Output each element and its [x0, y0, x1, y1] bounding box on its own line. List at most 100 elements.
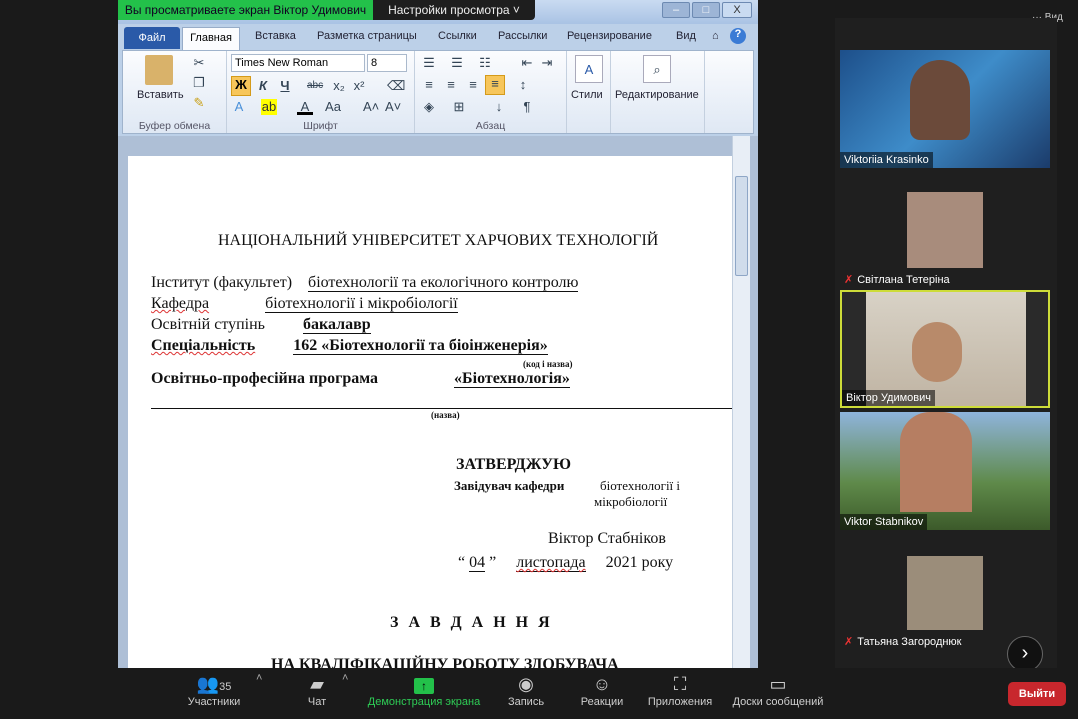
paste-button[interactable]: Вставить [137, 89, 184, 101]
chat-options-caret[interactable]: ˄ [342, 672, 348, 684]
view-options-button[interactable]: Настройки просмотра ˅ [373, 0, 535, 20]
styles-icon[interactable]: A [575, 55, 603, 83]
decrease-indent-icon[interactable]: ⇤ [519, 55, 535, 71]
participants-panel: Viktoriia Krasinko ✗ Світлана Тетеріна Ві… [835, 18, 1057, 686]
date-month: листопада [516, 554, 586, 572]
font-size-select[interactable]: 8 [367, 54, 407, 72]
copy-icon[interactable]: ❐ [191, 75, 207, 91]
participant-name-row: ✗ Татьяна Загороднюк [840, 633, 966, 650]
increase-indent-icon[interactable]: ⇥ [539, 55, 555, 71]
borders-icon[interactable]: ⊞ [451, 99, 467, 115]
reactions-button[interactable]: ☺ Реакции [574, 672, 630, 708]
align-left-icon[interactable]: ≡ [421, 77, 437, 93]
font-group: Times New Roman 8 Ж К Ч abc x₂ x² ⌫ A ab… [227, 51, 415, 133]
tab-review[interactable]: Рецензирование [567, 30, 652, 42]
editing-button[interactable]: Редактирование [615, 89, 699, 101]
whiteboard-icon: ▭ [769, 674, 787, 694]
participant-video [910, 60, 970, 140]
participant-tile[interactable]: Viktoriia Krasinko [840, 50, 1050, 168]
font-color-icon[interactable]: A [297, 99, 313, 115]
mic-muted-icon: ✗ [844, 274, 854, 286]
shading-icon[interactable]: ◈ [421, 99, 437, 115]
underline-button[interactable]: Ч [277, 78, 293, 94]
record-label: Запись [507, 696, 545, 708]
paste-icon[interactable] [145, 55, 173, 85]
minimize-button[interactable]: – [662, 2, 690, 18]
head-dept-1: біотехнології і [600, 478, 681, 493]
bold-button[interactable]: Ж [231, 76, 251, 96]
italic-button[interactable]: К [255, 78, 271, 94]
styles-button[interactable]: Стили [571, 89, 603, 101]
tab-view[interactable]: Вид [676, 30, 696, 42]
subscript-icon[interactable]: x₂ [331, 78, 347, 94]
degree-line: Освітній ступінь бакалавр [151, 316, 371, 334]
change-case-icon[interactable]: Aa [325, 99, 341, 115]
cut-icon[interactable]: ✂ [191, 55, 207, 71]
tab-home[interactable]: Главная [182, 27, 240, 50]
shrink-font-icon[interactable]: A˅ [385, 99, 401, 115]
leave-button[interactable]: Выйти [1008, 682, 1066, 706]
tab-mailings[interactable]: Рассылки [498, 30, 547, 42]
program-line: Освітньо-професійна програма «Біотехнолог… [151, 370, 570, 388]
record-button[interactable]: ◉ Запись [500, 672, 552, 708]
close-button[interactable]: X [722, 2, 752, 18]
specialty-label: Спеціальність [151, 337, 256, 354]
tab-page-layout[interactable]: Разметка страницы [317, 30, 417, 42]
next-page-button[interactable]: › [1007, 636, 1043, 672]
text-effects-icon[interactable]: A [231, 99, 247, 115]
participant-avatar [907, 556, 983, 630]
participant-tile[interactable]: Viktor Stabnikov [840, 412, 1050, 530]
grow-font-icon[interactable]: A˄ [363, 99, 379, 115]
tab-references[interactable]: Ссылки [438, 30, 477, 42]
university-title: НАЦІОНАЛЬНИЙ УНІВЕРСИТЕТ ХАРЧОВИХ ТЕХНОЛ… [218, 232, 659, 249]
whiteboards-button[interactable]: ▭ Доски сообщений [728, 672, 828, 708]
participants-icon: 👥35 [196, 674, 232, 694]
share-screen-button[interactable]: ↑ Демонстрация экрана [364, 672, 484, 708]
minimize-ribbon-icon[interactable]: ⌂ [712, 30, 719, 42]
participant-video [900, 412, 972, 512]
tab-file[interactable]: Файл [124, 27, 180, 49]
align-right-icon[interactable]: ≡ [465, 77, 481, 93]
justify-icon[interactable]: ≡ [485, 75, 505, 95]
participant-tile-active-speaker[interactable]: Віктор Удимович [840, 290, 1050, 408]
bullets-icon[interactable]: ☰ [421, 55, 437, 71]
scrollbar-thumb[interactable] [735, 176, 748, 276]
clipboard-group: Вставить ✂ ❐ ✎ Буфер обмена [123, 51, 227, 133]
apps-button[interactable]: ⛶ Приложения [644, 672, 716, 708]
participants-button[interactable]: 👥35 Участники [184, 672, 244, 708]
maximize-button[interactable]: □ [692, 2, 720, 18]
clear-formatting-icon[interactable]: ⌫ [387, 78, 405, 94]
degree-value: бакалавр [302, 316, 371, 334]
superscript-icon[interactable]: x² [351, 78, 367, 94]
binoculars-icon[interactable]: ⌕ [643, 55, 671, 83]
chat-button[interactable]: ▰ Чат [300, 672, 334, 708]
tab-insert[interactable]: Вставка [255, 30, 296, 42]
document-area: НАЦІОНАЛЬНИЙ УНІВЕРСИТЕТ ХАРЧОВИХ ТЕХНОЛ… [118, 136, 758, 668]
specialty-value: 162 «Біотехнології та біоінженерія» [293, 337, 548, 355]
strikethrough-icon[interactable]: abc [307, 78, 323, 94]
editing-group: ⌕ Редактирование [611, 51, 705, 133]
whiteboards-label: Доски сообщений [732, 696, 824, 708]
approve-heading: ЗАТВЕРДЖУЮ [456, 456, 572, 473]
department-value: біотехнології і мікробіології [265, 295, 458, 313]
task-title: З А В Д А Н Н Я [390, 614, 553, 631]
participant-tile[interactable]: ✗ Світлана Тетеріна [840, 170, 1050, 288]
participants-count: 35 [219, 681, 232, 693]
share-label: Демонстрация экрана [367, 696, 481, 708]
sort-icon[interactable]: ↓ [491, 99, 507, 115]
numbering-icon[interactable]: ☰ [449, 55, 465, 71]
highlight-icon[interactable]: ab [261, 99, 277, 115]
paragraph-label: Абзац [475, 120, 506, 132]
format-painter-icon[interactable]: ✎ [191, 95, 207, 111]
participant-name: Viktoriia Krasinko [840, 152, 933, 168]
font-name-select[interactable]: Times New Roman [231, 54, 365, 72]
document-page[interactable]: НАЦІОНАЛЬНИЙ УНІВЕРСИТЕТ ХАРЧОВИХ ТЕХНОЛ… [128, 156, 733, 668]
participant-tile[interactable]: ✗ Татьяна Загороднюк [840, 532, 1050, 650]
show-marks-icon[interactable]: ¶ [519, 99, 535, 115]
vertical-scrollbar[interactable] [732, 136, 750, 668]
line-spacing-icon[interactable]: ↕ [515, 77, 531, 93]
multilevel-list-icon[interactable]: ☷ [477, 55, 493, 71]
align-center-icon[interactable]: ≡ [443, 77, 459, 93]
participants-options-caret[interactable]: ˄ [256, 672, 262, 684]
help-icon[interactable]: ? [730, 28, 746, 44]
